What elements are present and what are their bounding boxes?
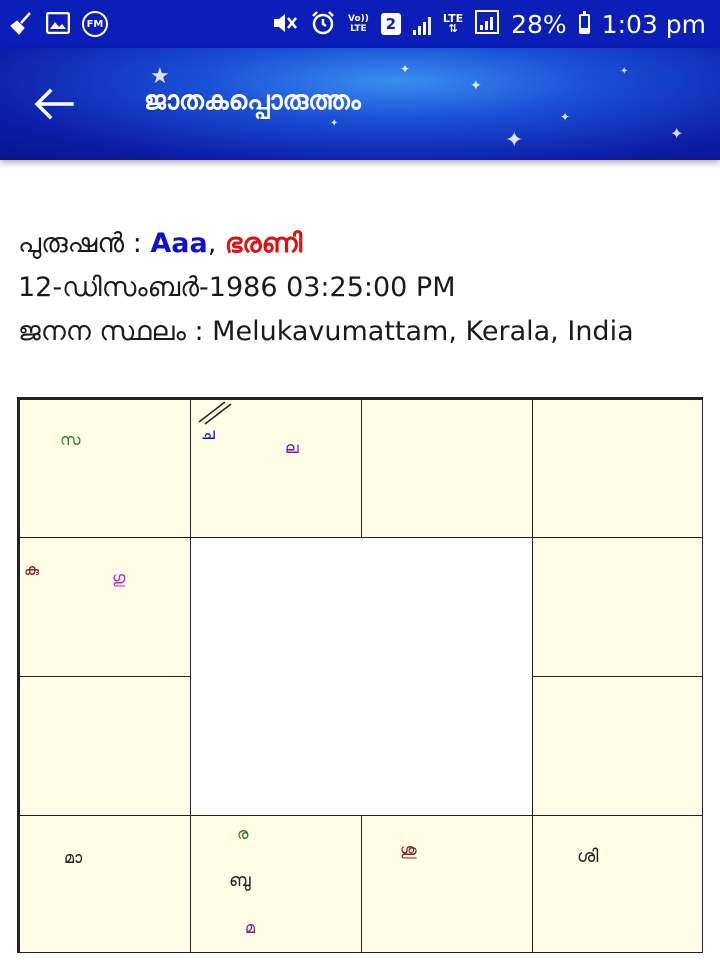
chart-center (191, 538, 532, 814)
star-decoration: ✦ (330, 118, 339, 129)
arrow-left-icon (34, 88, 74, 120)
birth-star: ഭരണി (224, 228, 303, 259)
clock: 1:03 pm (601, 9, 706, 39)
alarm-icon (310, 10, 336, 39)
retrograde-mark-icon (198, 401, 232, 425)
planet-label: ര (237, 824, 249, 843)
birthplace-label: ജനന സ്ഥലം : (18, 316, 213, 347)
star-decoration: ✦ (670, 124, 684, 143)
planet-label: ച (201, 424, 215, 443)
planet-label: മ (245, 918, 256, 937)
back-button[interactable] (32, 82, 76, 126)
chart-cell-r4c3[interactable]: ശു (361, 815, 533, 953)
star-decoration: ✦ (505, 128, 524, 153)
chart-cell-r1c4[interactable] (532, 399, 703, 538)
planet-label: കു (24, 560, 40, 579)
volte-top: Vo)) (348, 14, 369, 24)
page-title: ജാതകപ്പൊരുത്തം (144, 86, 361, 116)
status-bar: FM Vo)) LTE 2 LTE ⇅ 28% 1:03 pm (0, 0, 720, 48)
planet-label: ഗു (112, 568, 126, 587)
image-icon (45, 11, 71, 37)
chart-cell-r2c1[interactable]: കു ഗു (19, 537, 191, 677)
name-separator: , (207, 228, 225, 259)
chart-cell-r1c1[interactable]: സ (19, 399, 191, 538)
star-decoration: ✦ (560, 110, 571, 124)
signal-icon (475, 10, 500, 38)
planet-label: സ (60, 430, 81, 449)
chart-cell-r1c2[interactable]: ച ല (190, 399, 362, 538)
broom-icon (10, 11, 34, 38)
sim-icon: 2 (380, 13, 401, 35)
star-decoration: ✦ (620, 66, 629, 77)
name-label: പുരുഷൻ : (18, 228, 151, 259)
planet-label: ശു (400, 840, 417, 859)
planet-label: ല (285, 438, 299, 457)
chart-cell-r4c2[interactable]: ര ബു മ (190, 815, 362, 953)
birth-datetime: 12-ഡിസംബർ-1986 03:25:00 PM (18, 272, 456, 303)
battery-icon (578, 11, 590, 34)
birthplace: Melukavumattam, Kerala, India (212, 316, 634, 347)
person-name: Aaa (150, 228, 208, 259)
mute-icon (272, 11, 298, 38)
app-bar: ★ ✦ ✦ ✦ ✦ ✦ ✦ ✦ ജാതകപ്പൊരുത്തം (0, 48, 720, 160)
chart-cell-r4c1[interactable]: മാ (19, 815, 191, 953)
signal-icon (412, 13, 431, 35)
battery-percent: 28% (511, 9, 567, 39)
lte-arrows: ⇅ (448, 22, 458, 35)
lte-icon: LTE ⇅ (443, 13, 463, 35)
volte-bottom: LTE (350, 24, 367, 34)
birthplace-line: ജനന സ്ഥലം : Melukavumattam, Kerala, Indi… (18, 316, 634, 348)
status-left: FM (10, 11, 108, 38)
planet-label: ശി (577, 846, 599, 867)
profile-name-line: പുരുഷൻ : Aaa, ഭരണി (18, 228, 302, 260)
chart-cell-r4c4[interactable]: ശി (532, 815, 703, 953)
chart-cell-r2c4[interactable] (532, 537, 703, 677)
planet-label: ബു (229, 870, 251, 891)
star-decoration: ✦ (470, 78, 482, 94)
volte-icon: Vo)) LTE (348, 14, 369, 34)
horoscope-chart: സ ച ല കു ഗു മാ ര ബു മ ശു ശി (17, 397, 703, 953)
star-decoration: ✦ (400, 62, 411, 76)
planet-label: മാ (64, 848, 83, 867)
fm-radio-icon: FM (82, 11, 108, 37)
chart-cell-r1c3[interactable] (361, 399, 533, 538)
chart-cell-r3c4[interactable] (532, 676, 703, 816)
chart-cell-r3c1[interactable] (19, 676, 191, 816)
status-right: Vo)) LTE 2 LTE ⇅ 28% 1:03 pm (272, 10, 706, 39)
